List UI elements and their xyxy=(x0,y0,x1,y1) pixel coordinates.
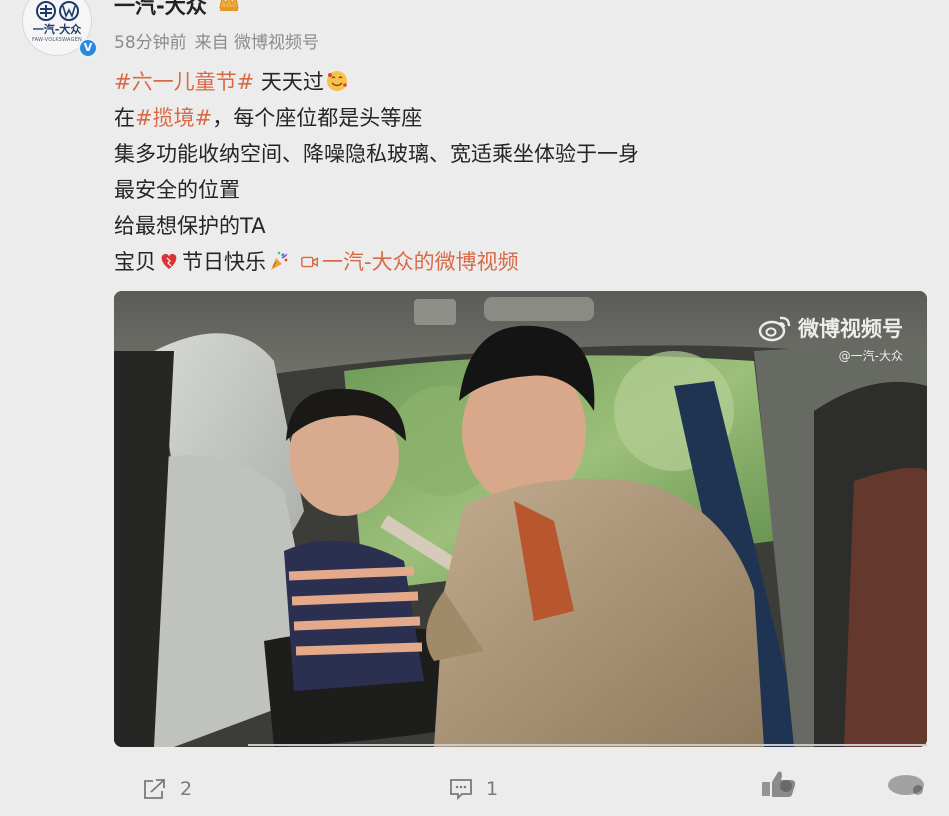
share-count: 2 xyxy=(180,778,193,800)
post-time[interactable]: 58分钟前 xyxy=(114,33,187,53)
video-link-label: 一汽-大众的微博视频 xyxy=(322,250,519,274)
video-link[interactable]: 一汽-大众的微博视频 xyxy=(298,250,519,274)
text-line: 给最想保护的TA xyxy=(114,214,266,238)
heart-icon xyxy=(161,253,177,269)
text-span: 在 xyxy=(114,106,135,130)
like-icon[interactable] xyxy=(756,766,804,802)
text-line: 集多功能收纳空间、降噪隐私玻璃、宽适乘坐体验于一身 xyxy=(114,142,639,166)
post-source[interactable]: 来自 微博视频号 xyxy=(195,33,319,53)
crown-icon xyxy=(219,0,239,11)
verified-badge: V xyxy=(78,38,98,58)
text-span: ，每个座位都是头等座 xyxy=(212,106,423,130)
video-camera-icon xyxy=(301,256,318,268)
share-button[interactable]: 2 xyxy=(142,774,192,804)
comment-button[interactable]: 1 xyxy=(448,774,498,804)
video-player[interactable]: 微博视频号 @一汽-大众 xyxy=(114,291,927,747)
text-span: 宝贝 xyxy=(114,250,156,274)
username[interactable]: 一汽-大众 xyxy=(114,0,207,20)
text-span: 天天过 xyxy=(254,70,324,94)
share-icon xyxy=(144,779,165,799)
text-line: #六一儿童节# 天天过 xyxy=(114,64,914,100)
more-icon[interactable] xyxy=(884,770,928,800)
post-text: #六一儿童节# 天天过 在#揽境#，每个座位都是头等座 集多功能收纳空间、降噪隐… xyxy=(114,64,914,280)
video-watermark: 微博视频号 @一汽-大众 xyxy=(758,313,903,364)
brand-logo-icon xyxy=(36,1,79,21)
smiling-face-hearts-icon xyxy=(326,71,347,91)
topic-link[interactable]: #六一儿童节# xyxy=(114,70,254,94)
weibo-post-card: 一汽-大众 FAW-VOLKSWAGEN V 一汽-大众 58分钟前 来自 微博视… xyxy=(0,0,949,816)
post-meta: 58分钟前 来自 微博视频号 xyxy=(114,28,327,53)
party-popper-icon xyxy=(271,251,288,270)
text-line: 最安全的位置 xyxy=(114,178,240,202)
text-line: 宝贝 节日快乐 一汽-大众的微博视频 xyxy=(114,244,914,280)
weibo-logo-icon xyxy=(758,316,791,342)
text-span: 节日快乐 xyxy=(182,250,266,274)
comment-count: 1 xyxy=(486,778,499,800)
watermark-title: 微博视频号 xyxy=(798,317,903,341)
video-progress-bar[interactable] xyxy=(248,744,927,746)
text-line: 在#揽境#，每个座位都是头等座 xyxy=(114,100,914,136)
avatar-logo-text: 一汽-大众 xyxy=(32,23,82,36)
watermark-handle: @一汽-大众 xyxy=(838,349,903,363)
comment-icon xyxy=(450,779,472,801)
topic-link[interactable]: #揽境# xyxy=(135,106,212,130)
